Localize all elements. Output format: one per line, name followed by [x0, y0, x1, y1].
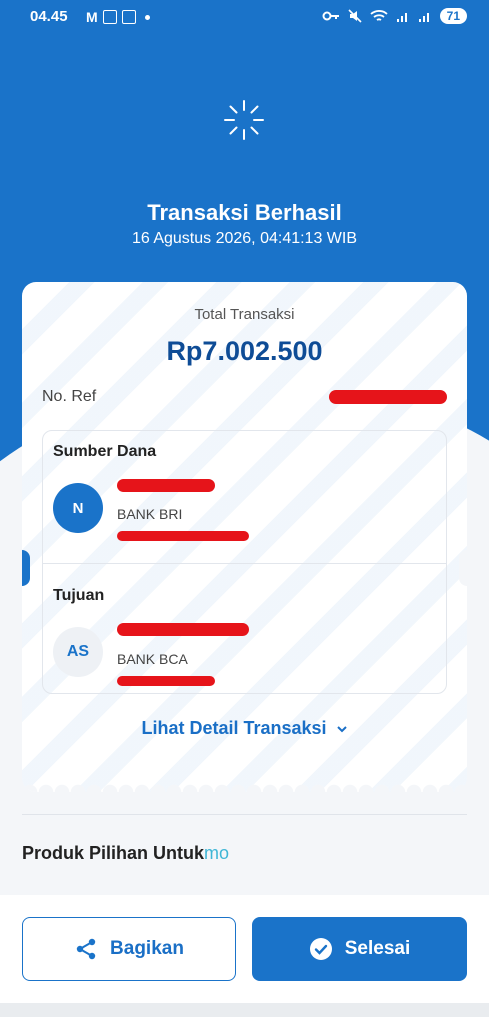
page-title: Transaksi Berhasil: [147, 200, 342, 225]
status-time: 04.45: [30, 8, 68, 25]
destination-title: Tujuan: [53, 587, 105, 604]
parties-box: Sumber Dana N BANK BRI Tujuan AS BANK BC…: [42, 430, 447, 694]
bank-app-icon: [121, 10, 136, 24]
wifi-icon: [370, 10, 388, 21]
system-icons: 71: [322, 8, 467, 24]
notification-icons: M: [86, 9, 150, 25]
destination-avatar: AS: [53, 627, 103, 677]
view-detail-link[interactable]: Lihat Detail Transaksi: [22, 718, 467, 739]
section-divider: [22, 814, 467, 815]
total-amount: Rp7.002.500: [166, 336, 323, 366]
redacted-source-account: [117, 531, 249, 541]
destination-bank: BANK BCA: [117, 651, 188, 667]
done-button[interactable]: Selesai: [252, 917, 467, 981]
source-title: Sumber Dana: [53, 443, 157, 460]
bottom-action-bar: Bagikan Selesai: [0, 895, 489, 1017]
view-detail-label: Lihat Detail Transaksi: [141, 718, 327, 738]
chevron-down-icon: [336, 726, 347, 733]
more-notifications-icon: [144, 14, 150, 20]
mail-icon: M: [86, 9, 98, 25]
system-navigation-bar: [0, 1003, 489, 1017]
sparkle-icon: [224, 100, 264, 140]
status-bar: 04.45 M 71: [0, 0, 489, 34]
redacted-destination-name: [117, 623, 249, 636]
redacted-reference-number: [329, 390, 447, 404]
share-icon: [76, 938, 96, 960]
party-divider: [43, 563, 446, 564]
reference-label: No. Ref: [42, 388, 97, 405]
signal-icon: [418, 13, 429, 22]
ticket-notch-left: [22, 550, 30, 586]
mute-icon: [348, 9, 362, 23]
key-icon: [322, 11, 339, 21]
brand-mo-text: mo: [204, 843, 230, 863]
source-bank: BANK BRI: [117, 506, 183, 522]
total-label: Total Transaksi: [194, 306, 295, 323]
share-label: Bagikan: [110, 938, 184, 959]
bank-app-icon: [102, 10, 117, 24]
share-button[interactable]: Bagikan: [22, 917, 236, 981]
redacted-source-name: [117, 479, 215, 492]
transaction-datetime: 16 Agustus 2026, 04:41:13 WIB: [131, 230, 358, 247]
product-title-text: Produk Pilihan Untuk: [22, 843, 205, 863]
done-label: Selesai: [344, 938, 411, 959]
receipt-card: Total Transaksi Rp7.002.500 No. Ref Sumb…: [22, 282, 467, 792]
ticket-notch-right: [459, 550, 467, 586]
redacted-destination-account: [117, 676, 215, 686]
check-circle-icon: [309, 938, 332, 960]
product-section-title: Produk Pilihan Untukmo: [22, 843, 229, 864]
battery-indicator: 71: [439, 8, 467, 24]
source-avatar: N: [53, 483, 103, 533]
ticket-zigzag-edge: [22, 778, 467, 792]
signal-icon: [396, 13, 407, 22]
